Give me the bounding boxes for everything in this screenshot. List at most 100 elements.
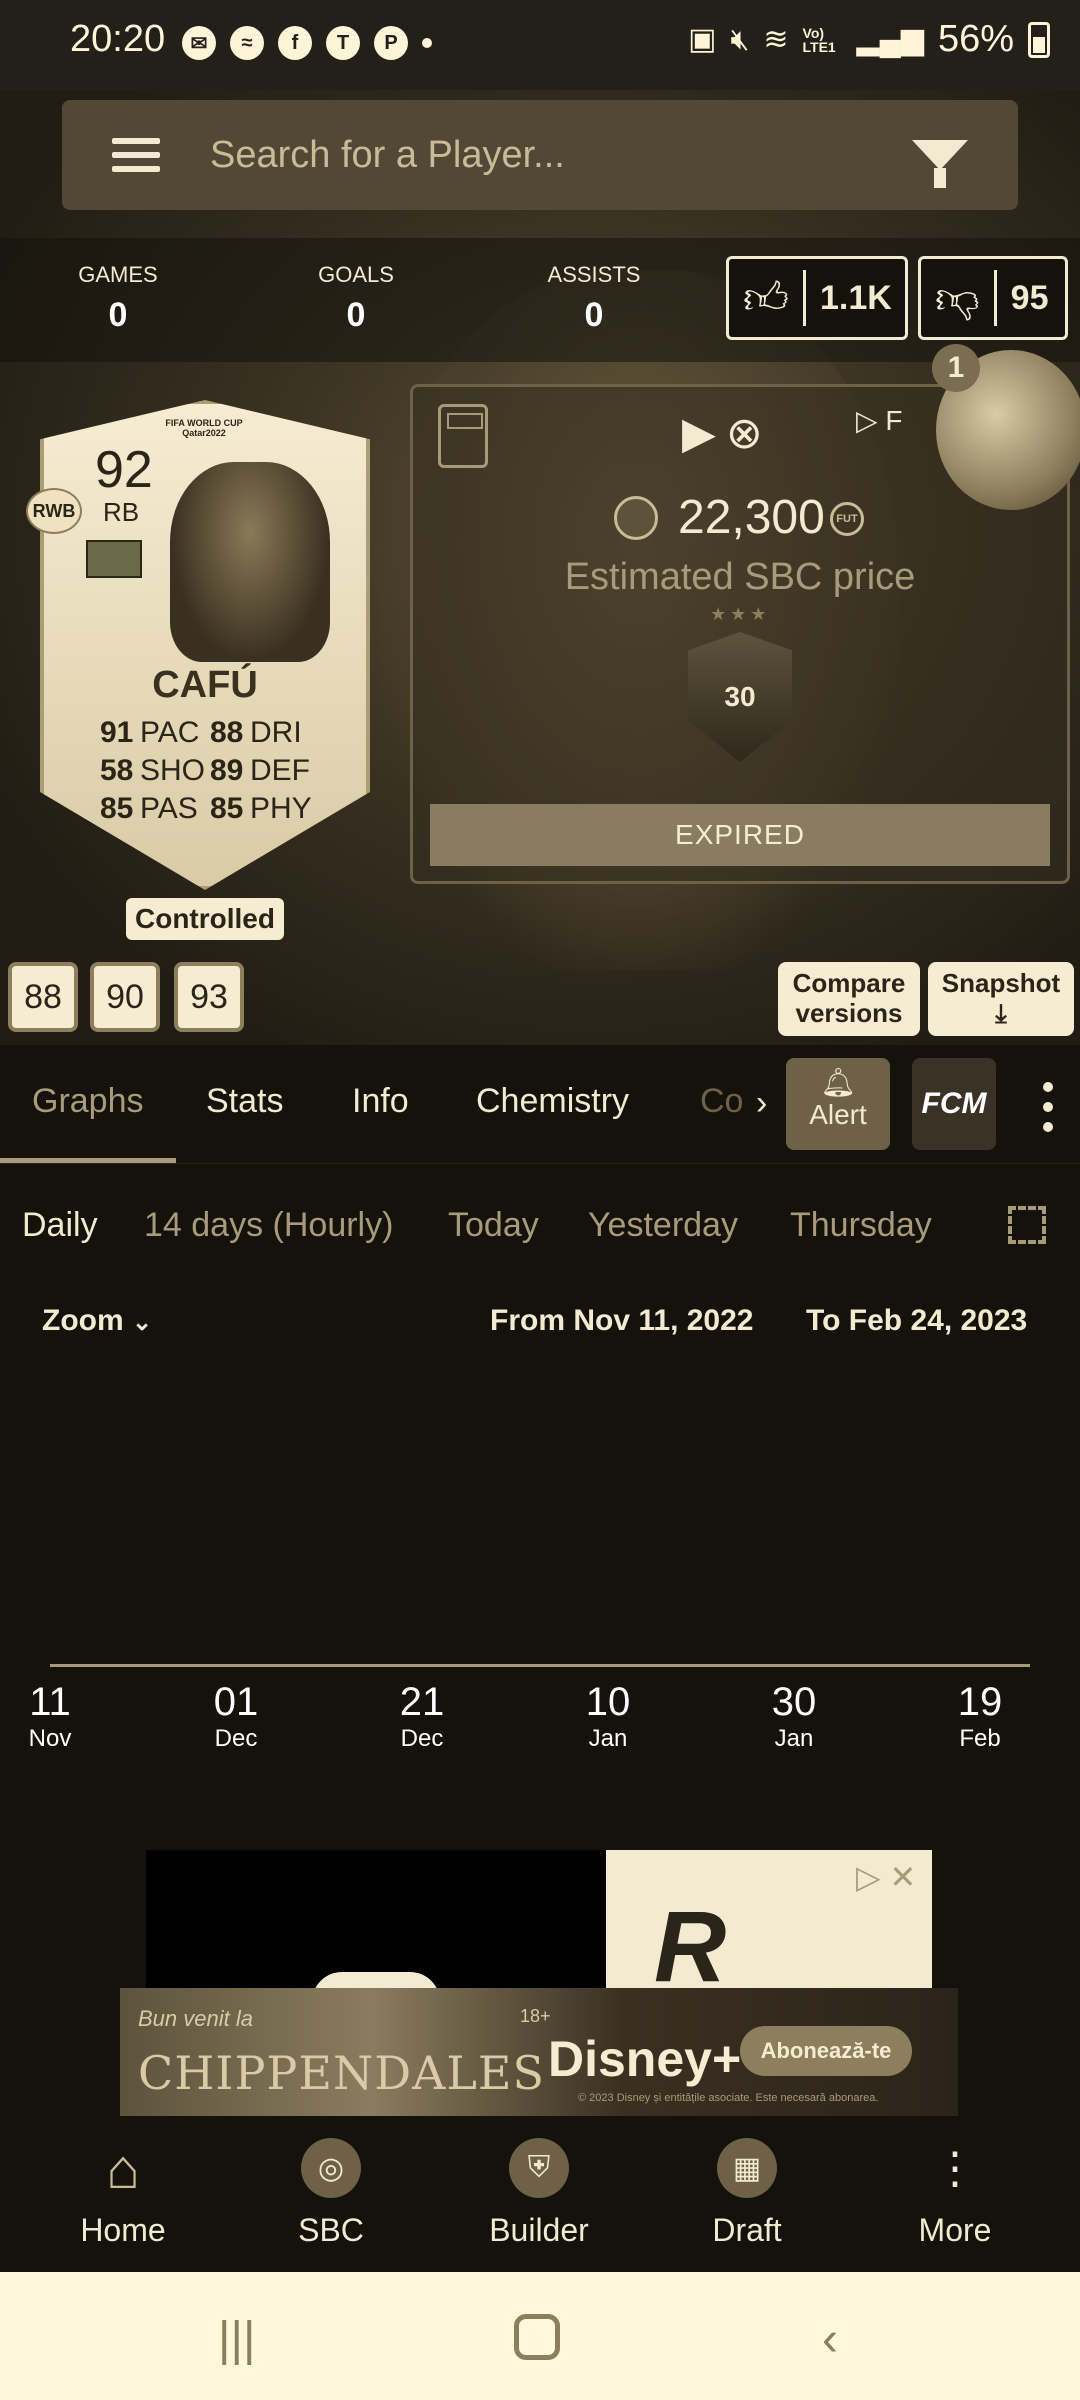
tab-comments[interactable]: Co	[700, 1082, 743, 1121]
period-today[interactable]: Today	[448, 1206, 539, 1245]
x-tick-day: 10	[585, 1680, 631, 1724]
signal-icon: ▂▄▆	[856, 23, 924, 56]
playstation-icon: ▶︎	[682, 409, 716, 458]
assists-stat: ASSISTS 0	[514, 262, 674, 335]
tab-chemistry[interactable]: Chemistry	[476, 1082, 629, 1121]
system-indicators: ▣ 🔇︎ ≋ Vo) LTE1 ▂▄▆ 56%	[688, 18, 1050, 61]
nav-builder[interactable]: ⛨ Builder	[464, 2138, 614, 2249]
x-tick-day: 21	[399, 1680, 445, 1724]
alert-label: Alert	[809, 1099, 867, 1130]
games-stat: GAMES 0	[38, 262, 198, 335]
teams-icon: T	[326, 26, 360, 60]
ad-brand: Disney+	[548, 2031, 742, 2087]
home-system-icon[interactable]	[514, 2314, 560, 2360]
chart-x-axis	[50, 1664, 1030, 1667]
calculator-icon[interactable]	[438, 404, 488, 468]
search-input[interactable]: Search for a Player...	[210, 134, 912, 177]
more-icon: ⋮	[933, 2143, 977, 2193]
card-stats: 91 PAC 88 DRI 58 SHO 89 DEF 85 PAS 85 PHY	[100, 716, 320, 826]
divider	[0, 1163, 1080, 1164]
period-daily[interactable]: Daily	[22, 1206, 98, 1245]
more-options-icon[interactable]	[1038, 1082, 1058, 1132]
from-label: From	[490, 1304, 565, 1337]
version-90-button[interactable]: 90	[90, 962, 160, 1032]
compare-versions-button[interactable]: Compare versions	[778, 962, 920, 1036]
nav-home[interactable]: ⌂ Home	[48, 2137, 198, 2249]
x-tick-day: 11	[29, 1680, 71, 1724]
chevron-right-icon[interactable]: ›	[756, 1084, 767, 1123]
to-date[interactable]: To Feb 24, 2023	[806, 1304, 1027, 1338]
version-93-button[interactable]: 93	[174, 962, 244, 1032]
x-tick-label: 11 Nov	[5, 1680, 95, 1753]
card-stat-value: 85	[100, 792, 134, 825]
from-date[interactable]: From Nov 11, 2022	[490, 1304, 753, 1338]
sbc-price-label: Estimated SBC price	[564, 556, 916, 598]
sbc-icon: ◎	[301, 2138, 361, 2198]
fullscreen-icon[interactable]	[1008, 1206, 1046, 1244]
stars-icon: ★★★	[710, 604, 771, 624]
fut-coin-icon: FUT	[830, 502, 864, 536]
expired-button[interactable]: EXPIRED	[430, 804, 1050, 866]
zoom-label: Zoom	[42, 1304, 124, 1337]
to-label: To	[806, 1304, 841, 1337]
pinterest-icon: P	[374, 26, 408, 60]
x-tick-day: 01	[213, 1680, 259, 1724]
nav-sbc-label: SBC	[298, 2212, 364, 2248]
ad-close-icon[interactable]: ▷ ✕	[856, 1858, 916, 1896]
alert-button[interactable]: 🔔︎ Alert	[786, 1058, 890, 1150]
back-icon[interactable]: ‹	[822, 2312, 838, 2367]
flag-icon	[86, 540, 142, 578]
bell-icon: 🔔︎	[820, 1067, 856, 1098]
like-button[interactable]: 👍︎ 1.1K	[726, 256, 908, 340]
tab-stats[interactable]: Stats	[206, 1082, 283, 1121]
period-thursday[interactable]: Thursday	[790, 1206, 932, 1245]
goals-stat: GOALS 0	[276, 262, 436, 335]
like-count: 1.1K	[819, 278, 892, 317]
nav-sbc[interactable]: ◎ SBC	[256, 2138, 406, 2249]
snapshot-button[interactable]: Snapshot ⤓	[928, 962, 1074, 1036]
menu-icon[interactable]	[112, 138, 160, 172]
compare-label-1: Compare	[792, 968, 906, 998]
games-value: 0	[108, 296, 128, 334]
compare-label-2: versions	[795, 998, 903, 1028]
search-bar[interactable]: Search for a Player...	[62, 100, 1018, 210]
store-icons: ▷ F	[856, 404, 902, 437]
x-tick-label: 21 Dec	[377, 1680, 467, 1753]
ad-cta-button[interactable]: Abonează-te	[740, 2026, 912, 2076]
ad-disclaimer: © 2023 Disney și entitățile asociate. Es…	[578, 2092, 879, 2104]
period-yesterday[interactable]: Yesterday	[588, 1206, 738, 1245]
sbc-badge-number: 30	[724, 681, 756, 712]
message-icon: ✉	[182, 26, 216, 60]
card-rating: 92	[95, 441, 153, 499]
x-tick-label: 01 Dec	[191, 1680, 281, 1753]
period-14-days[interactable]: 14 days (Hourly)	[144, 1206, 393, 1245]
lte-icon: Vo) LTE1	[802, 24, 836, 55]
x-tick-label: 19 Feb	[935, 1680, 1025, 1753]
card-stat-label: PAC	[140, 716, 200, 749]
zoom-dropdown[interactable]: Zoom ⌄	[42, 1304, 152, 1338]
tab-graphs[interactable]: Graphs	[32, 1082, 144, 1121]
controlled-badge: Controlled	[126, 898, 284, 940]
nav-builder-label: Builder	[489, 2212, 589, 2248]
chevron-down-icon: ⌄	[132, 1309, 153, 1336]
filter-icon[interactable]	[912, 140, 968, 188]
fcm-button[interactable]: FCM	[912, 1058, 996, 1150]
card-stat-label: DEF	[250, 754, 310, 787]
dislike-button[interactable]: 👎︎ 95	[918, 256, 1068, 340]
tab-info[interactable]: Info	[352, 1082, 409, 1121]
version-88-button[interactable]: 88	[8, 962, 78, 1032]
mute-icon: 🔇︎	[730, 22, 750, 56]
stores-text: F	[885, 405, 903, 436]
nav-more[interactable]: ⋮ More	[880, 2138, 1030, 2249]
x-tick-month: Jan	[774, 1725, 814, 1752]
xbox-icon: ⊗	[725, 409, 763, 458]
nav-draft[interactable]: ▦ Draft	[672, 2138, 822, 2249]
play-store-icon: ▷	[856, 405, 878, 436]
card-stat-label: SHO	[140, 754, 206, 787]
games-label: GAMES	[78, 262, 158, 287]
download-icon: ⤓	[995, 998, 1007, 1028]
card-stat-label: DRI	[250, 716, 302, 749]
card-player-name: CAFÚ	[152, 664, 258, 706]
recents-icon[interactable]: |||	[218, 2312, 255, 2367]
player-photo	[170, 462, 330, 662]
